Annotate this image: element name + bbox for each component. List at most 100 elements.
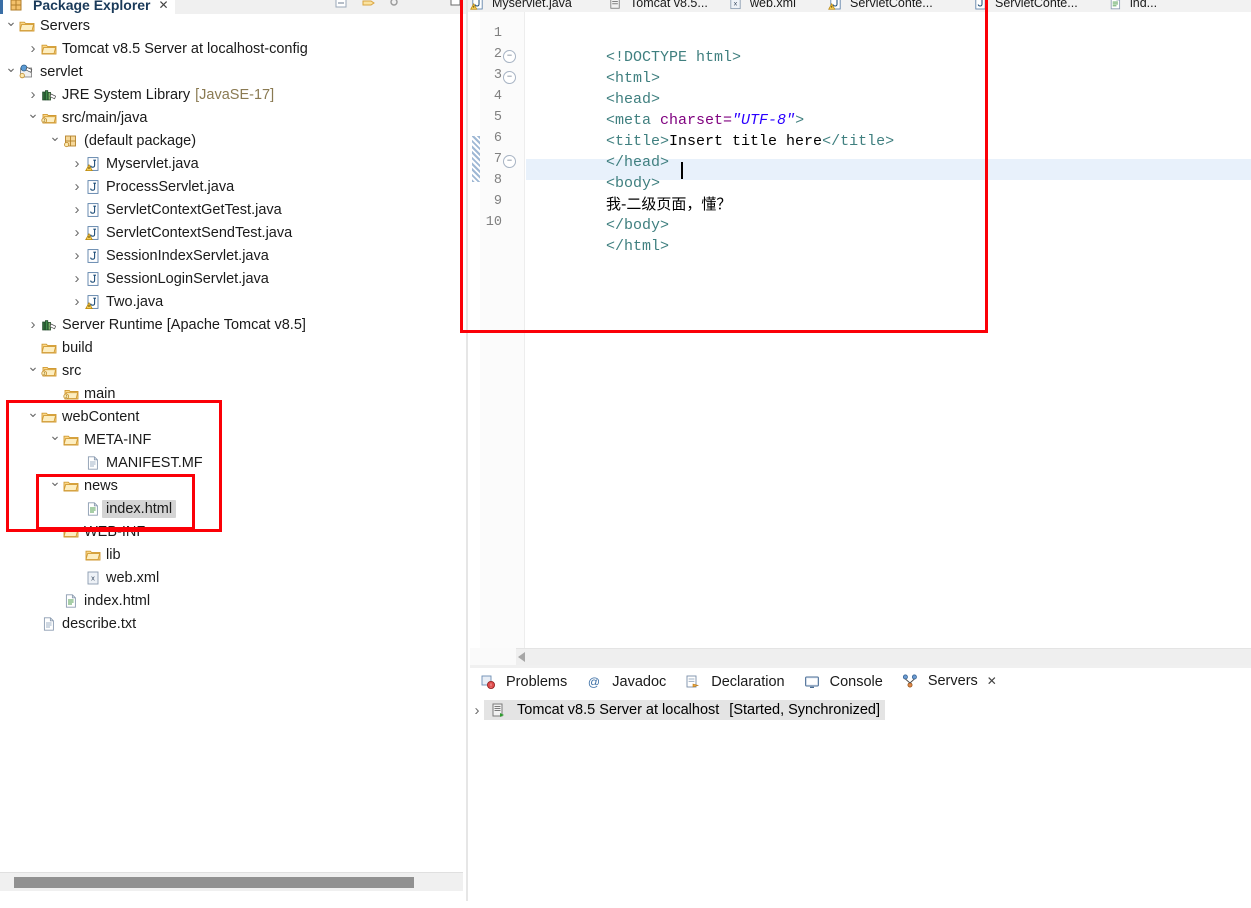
bottom-tab-javadoc[interactable]: @ Javadoc bbox=[576, 669, 675, 696]
close-icon[interactable]: ✕ bbox=[987, 674, 997, 688]
tree-item-label-wrap[interactable]: WEB-INF bbox=[84, 524, 145, 540]
tree-row[interactable]: news bbox=[0, 474, 468, 497]
tree-row[interactable]: SessionIndexServlet.java bbox=[0, 244, 468, 267]
bottom-tab-problems[interactable]: ! Problems bbox=[470, 669, 576, 696]
tree-row[interactable]: Jmain bbox=[0, 382, 468, 405]
tree-item-label-wrap[interactable]: Server Runtime [Apache Tomcat v8.5] bbox=[62, 317, 306, 333]
tree-item-label-wrap[interactable]: SessionLoginServlet.java bbox=[106, 271, 269, 287]
tree-row[interactable]: JRE System Library[JavaSE-17] bbox=[0, 83, 468, 106]
expand-arrow-icon[interactable] bbox=[26, 109, 40, 126]
expand-arrow-icon[interactable] bbox=[4, 63, 18, 80]
editor-tab[interactable]: ServletConte... bbox=[973, 0, 1078, 12]
html-source-editor[interactable]: 1 2−3−4 5 6 7−8 9 10 <!DOCTYPE html> <html> <h… bbox=[470, 12, 1251, 648]
tree-item-label-wrap[interactable]: Servers bbox=[40, 18, 90, 34]
code-text-area[interactable]: <!DOCTYPE html> <html> <head> <meta char… bbox=[526, 12, 1251, 648]
tree-item-label-wrap[interactable]: ProcessServlet.java bbox=[106, 179, 234, 195]
bottom-tab-declaration[interactable]: Declaration bbox=[675, 669, 793, 696]
tree-item-label-wrap[interactable]: ServletContextGetTest.java bbox=[106, 202, 282, 218]
bottom-tab-console[interactable]: Console bbox=[794, 669, 892, 696]
tree-item-label-wrap[interactable]: web.xml bbox=[106, 570, 159, 586]
expand-arrow-icon[interactable] bbox=[70, 201, 84, 218]
tree-row[interactable]: WEB-INF bbox=[0, 520, 468, 543]
tree-row[interactable]: build bbox=[0, 336, 468, 359]
tree-item-label-wrap[interactable]: JRE System Library [JavaSE-17] bbox=[62, 87, 274, 103]
expand-arrow-icon[interactable] bbox=[48, 477, 62, 494]
editor-tab[interactable]: ServletConte... bbox=[828, 0, 933, 12]
tree-row[interactable]: webContent bbox=[0, 405, 468, 428]
tree-item-label-wrap[interactable]: lib bbox=[106, 547, 121, 563]
tree-row[interactable]: SessionLoginServlet.java bbox=[0, 267, 468, 290]
tree-item-label-wrap[interactable]: SessionIndexServlet.java bbox=[106, 248, 269, 264]
tree-item-label-wrap[interactable]: describe.txt bbox=[62, 616, 136, 632]
tree-row[interactable]: ProcessServlet.java bbox=[0, 175, 468, 198]
server-list-row[interactable]: Tomcat v8.5 Server at localhost [Started… bbox=[470, 698, 886, 722]
tree-row[interactable]: ServletContextGetTest.java bbox=[0, 198, 468, 221]
tree-row[interactable]: Two.java bbox=[0, 290, 468, 313]
tree-row[interactable]: lib bbox=[0, 543, 468, 566]
tree-item-label-wrap[interactable]: src/main/java bbox=[62, 110, 147, 126]
expand-arrow-icon[interactable] bbox=[4, 17, 18, 34]
tree-item-label-wrap[interactable]: Two.java bbox=[106, 294, 163, 310]
tree-row[interactable]: Tomcat v8.5 Server at localhost-config bbox=[0, 37, 468, 60]
expand-arrow-icon[interactable] bbox=[26, 86, 40, 103]
scrollbar-thumb[interactable] bbox=[14, 877, 414, 888]
tree-item-label-wrap[interactable]: (default package) bbox=[84, 133, 196, 149]
tree-item-label-wrap[interactable]: src bbox=[62, 363, 81, 379]
expand-arrow-icon[interactable] bbox=[70, 247, 84, 264]
expand-arrow-icon[interactable] bbox=[48, 523, 62, 540]
expand-arrow-icon[interactable] bbox=[48, 132, 62, 149]
tree-item-label-wrap[interactable]: Myservlet.java bbox=[106, 156, 199, 172]
tree-row[interactable]: index.html bbox=[0, 497, 468, 520]
tree-row[interactable]: Server Runtime [Apache Tomcat v8.5] bbox=[0, 313, 468, 336]
project-tree[interactable]: Servers Tomcat v8.5 Server at localhost-c… bbox=[0, 14, 468, 864]
tree-item-label-wrap[interactable]: META-INF bbox=[84, 432, 151, 448]
editor-tab[interactable]: ind... bbox=[1108, 0, 1157, 12]
fold-collapse-icon[interactable]: − bbox=[503, 71, 516, 84]
expand-arrow-icon[interactable] bbox=[470, 702, 484, 719]
view-menu-icon[interactable] bbox=[389, 0, 402, 9]
editor-tab[interactable]: Myservlet.java bbox=[470, 0, 572, 12]
expand-arrow-icon[interactable] bbox=[26, 362, 40, 379]
fold-collapse-icon[interactable]: − bbox=[503, 155, 516, 168]
editor-tab[interactable]: x web.xml bbox=[728, 0, 796, 12]
tree-item-label-wrap[interactable]: ServletContextSendTest.java bbox=[106, 225, 292, 241]
tree-row[interactable]: Jsrc bbox=[0, 359, 468, 382]
tree-row[interactable]: Jsrc/main/java bbox=[0, 106, 468, 129]
explorer-horizontal-scrollbar[interactable] bbox=[0, 872, 463, 891]
tree-item-label-wrap[interactable]: Tomcat v8.5 Server at localhost-config bbox=[62, 41, 308, 57]
link-with-editor-icon[interactable] bbox=[362, 0, 375, 9]
server-entry[interactable]: Tomcat v8.5 Server at localhost [Started… bbox=[484, 700, 886, 720]
tree-row[interactable]: x web.xml bbox=[0, 566, 468, 589]
tree-item-label-wrap[interactable]: build bbox=[62, 340, 93, 356]
editor-tab[interactable]: Tomcat v8.5... bbox=[608, 0, 708, 12]
tree-row[interactable]: describe.txt bbox=[0, 612, 468, 635]
servers-view-body[interactable]: Tomcat v8.5 Server at localhost [Started… bbox=[470, 696, 1251, 901]
tree-row[interactable]: ServletContextSendTest.java bbox=[0, 221, 468, 244]
tree-row[interactable]: index.html bbox=[0, 589, 468, 612]
expand-arrow-icon[interactable] bbox=[70, 178, 84, 195]
tree-row[interactable]: servlet bbox=[0, 60, 468, 83]
bottom-tab-servers[interactable]: Servers ✕ bbox=[891, 667, 1006, 697]
expand-arrow-icon[interactable] bbox=[70, 224, 84, 241]
tree-row[interactable]: META-INF bbox=[0, 428, 468, 451]
tree-item-label-wrap[interactable]: MANIFEST.MF bbox=[106, 455, 203, 471]
tree-row[interactable]: Myservlet.java bbox=[0, 152, 468, 175]
tree-item-label-wrap[interactable]: news bbox=[84, 478, 118, 494]
tree-row[interactable]: MANIFEST.MF bbox=[0, 451, 468, 474]
expand-arrow-icon[interactable] bbox=[26, 408, 40, 425]
collapse-all-icon[interactable] bbox=[335, 0, 348, 9]
tree-item-label-wrap[interactable]: webContent bbox=[62, 409, 139, 425]
tree-row[interactable]: Servers bbox=[0, 14, 468, 37]
tab-package-explorer[interactable]: Package Explorer ✕ bbox=[0, 0, 175, 14]
expand-arrow-icon[interactable] bbox=[70, 293, 84, 310]
tree-item-label-wrap[interactable]: index.html bbox=[84, 593, 150, 609]
tree-item-label-wrap[interactable]: index.html bbox=[102, 499, 177, 518]
tree-item-label-wrap[interactable]: servlet bbox=[40, 64, 83, 80]
close-icon[interactable]: ✕ bbox=[159, 0, 169, 12]
editor-horizontal-scrollbar[interactable] bbox=[470, 648, 1251, 666]
expand-arrow-icon[interactable] bbox=[70, 270, 84, 287]
expand-arrow-icon[interactable] bbox=[26, 40, 40, 57]
maximize-icon[interactable] bbox=[450, 0, 462, 7]
expand-arrow-icon[interactable] bbox=[70, 155, 84, 172]
scroll-left-icon[interactable] bbox=[518, 652, 525, 662]
